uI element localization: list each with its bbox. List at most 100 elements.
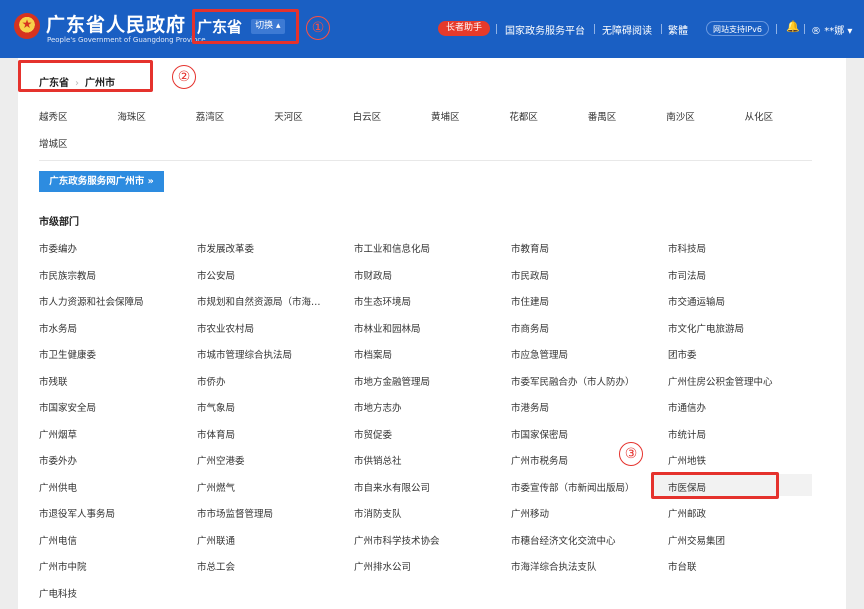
district-link[interactable]: 天河区 <box>274 109 303 123</box>
header-separator <box>661 24 662 34</box>
department-link[interactable]: 广州燃气 <box>197 480 235 494</box>
user-menu[interactable]: ® **娜 ▾ <box>811 22 852 37</box>
department-link[interactable]: 市商务局 <box>511 321 549 335</box>
department-link[interactable]: 市卫生健康委 <box>39 347 96 361</box>
department-link[interactable]: 市公安局 <box>197 268 235 282</box>
department-link[interactable]: 市教育局 <box>511 241 549 255</box>
department-link[interactable]: 市通信办 <box>668 400 706 414</box>
department-link[interactable]: 市人力资源和社会保障局 <box>39 294 144 308</box>
department-link[interactable]: 广州市科学技术协会 <box>354 533 440 547</box>
site-header: ★ 广东省人民政府 People's Government of Guangdo… <box>0 0 864 58</box>
department-link[interactable]: 市司法局 <box>668 268 706 282</box>
department-link[interactable]: 市穗台经济文化交流中心 <box>511 533 616 547</box>
department-link[interactable]: 市科技局 <box>668 241 706 255</box>
district-link[interactable]: 黄埔区 <box>431 109 460 123</box>
department-link[interactable]: 市应急管理局 <box>511 347 568 361</box>
department-link[interactable]: 市自来水有限公司 <box>354 480 430 494</box>
department-link[interactable]: 广州空港委 <box>197 453 245 467</box>
department-link[interactable]: 市退役军人事务局 <box>39 506 115 520</box>
department-link[interactable]: 团市委 <box>668 347 697 361</box>
department-link[interactable]: 市发展改革委 <box>197 241 254 255</box>
department-link[interactable]: 广州烟草 <box>39 427 77 441</box>
district-link[interactable]: 花都区 <box>509 109 538 123</box>
department-link[interactable]: 市委编办 <box>39 241 77 255</box>
department-link[interactable]: 市港务局 <box>511 400 549 414</box>
department-link[interactable]: 市地方志办 <box>354 400 402 414</box>
department-link[interactable]: 广州供电 <box>39 480 77 494</box>
district-link[interactable]: 增城区 <box>39 136 68 150</box>
step-marker-3: ③ <box>619 442 643 466</box>
section-divider <box>39 160 812 161</box>
guangzhou-portal-button[interactable]: 广东政务服务网广州市 » <box>39 171 164 192</box>
department-link[interactable]: 广州电信 <box>39 533 77 547</box>
department-link[interactable]: 广州地铁 <box>668 453 706 467</box>
department-link[interactable]: 市工业和信息化局 <box>354 241 430 255</box>
department-link[interactable]: 广州交易集团 <box>668 533 725 547</box>
elder-helper-button[interactable]: 长者助手 <box>438 21 491 36</box>
district-link[interactable]: 荔湾区 <box>196 109 225 123</box>
department-link[interactable]: 广州市税务局 <box>511 453 568 467</box>
bell-icon[interactable]: 🔔 <box>786 20 800 33</box>
department-link[interactable]: 市城市管理综合执法局 <box>197 347 292 361</box>
department-link[interactable]: 广州住房公积金管理中心 <box>668 374 773 388</box>
department-link[interactable]: 市民政局 <box>511 268 549 282</box>
department-link[interactable]: 市档案局 <box>354 347 392 361</box>
highlight-box-region <box>192 9 299 44</box>
district-link[interactable]: 越秀区 <box>39 109 68 123</box>
department-link[interactable]: 广州排水公司 <box>354 559 411 573</box>
department-link[interactable]: 市地方金融管理局 <box>354 374 430 388</box>
header-separator <box>496 24 497 34</box>
department-link[interactable]: 广州联通 <box>197 533 235 547</box>
chevron-down-icon: ▾ <box>847 26 853 37</box>
department-link[interactable]: 市财政局 <box>354 268 392 282</box>
department-link[interactable]: 市统计局 <box>668 427 706 441</box>
department-link[interactable]: 市海洋综合执法支队 <box>511 559 597 573</box>
district-link[interactable]: 海珠区 <box>117 109 146 123</box>
header-separator <box>776 24 777 34</box>
department-link[interactable]: 市体育局 <box>197 427 235 441</box>
district-link[interactable]: 番禺区 <box>588 109 617 123</box>
department-link[interactable]: 市交通运输局 <box>668 294 725 308</box>
department-link[interactable]: 市市场监督管理局 <box>197 506 273 520</box>
department-link[interactable]: 市台联 <box>668 559 697 573</box>
site-title[interactable]: 广东省人民政府 <box>46 10 186 37</box>
department-link[interactable]: 市住建局 <box>511 294 549 308</box>
department-link[interactable]: 广州市中院 <box>39 559 87 573</box>
department-link[interactable]: 市供销总社 <box>354 453 402 467</box>
header-separator <box>804 24 805 34</box>
department-link[interactable]: 广州邮政 <box>668 506 706 520</box>
department-link[interactable]: 市生态环境局 <box>354 294 411 308</box>
national-platform-link[interactable]: 国家政务服务平台 <box>505 22 585 37</box>
department-link[interactable]: 市文化广电旅游局 <box>668 321 744 335</box>
department-link[interactable]: 市侨办 <box>197 374 226 388</box>
step-marker-2: ② <box>172 65 196 89</box>
department-link[interactable]: 市农业农村局 <box>197 321 254 335</box>
department-link[interactable]: 市残联 <box>39 374 68 388</box>
ipv6-badge: 网站支持IPv6 <box>706 21 770 36</box>
department-link[interactable]: 市气象局 <box>197 400 235 414</box>
department-link[interactable]: 市民族宗教局 <box>39 268 96 282</box>
department-link[interactable]: 市委宣传部（市新闻出版局） <box>511 480 635 494</box>
national-emblem-icon[interactable]: ★ <box>14 13 40 39</box>
highlight-box-medical-insurance <box>651 472 779 499</box>
department-link[interactable]: 市消防支队 <box>354 506 402 520</box>
department-link[interactable]: 市规划和自然资源局（市海洋局） <box>197 294 327 308</box>
district-link[interactable]: 白云区 <box>353 109 382 123</box>
traditional-chinese-link[interactable]: 繁體 <box>668 22 688 37</box>
department-link[interactable]: 市委军民融合办（市人防办） <box>511 374 635 388</box>
department-link[interactable]: 广州移动 <box>511 506 549 520</box>
highlight-box-breadcrumb <box>18 60 153 92</box>
header-separator <box>594 24 595 34</box>
department-link[interactable]: 市总工会 <box>197 559 235 573</box>
department-link[interactable]: 市委外办 <box>39 453 77 467</box>
district-link[interactable]: 南沙区 <box>666 109 695 123</box>
district-link[interactable]: 从化区 <box>745 109 774 123</box>
department-link[interactable]: 市贸促委 <box>354 427 392 441</box>
accessible-reading-link[interactable]: 无障碍阅读 <box>602 22 652 37</box>
department-link[interactable]: 市国家安全局 <box>39 400 96 414</box>
section-title: 市级部门 <box>39 217 79 228</box>
department-link[interactable]: 市国家保密局 <box>511 427 568 441</box>
department-link[interactable]: 市林业和园林局 <box>354 321 421 335</box>
department-link[interactable]: 市水务局 <box>39 321 77 335</box>
department-link[interactable]: 广电科技 <box>39 586 77 600</box>
